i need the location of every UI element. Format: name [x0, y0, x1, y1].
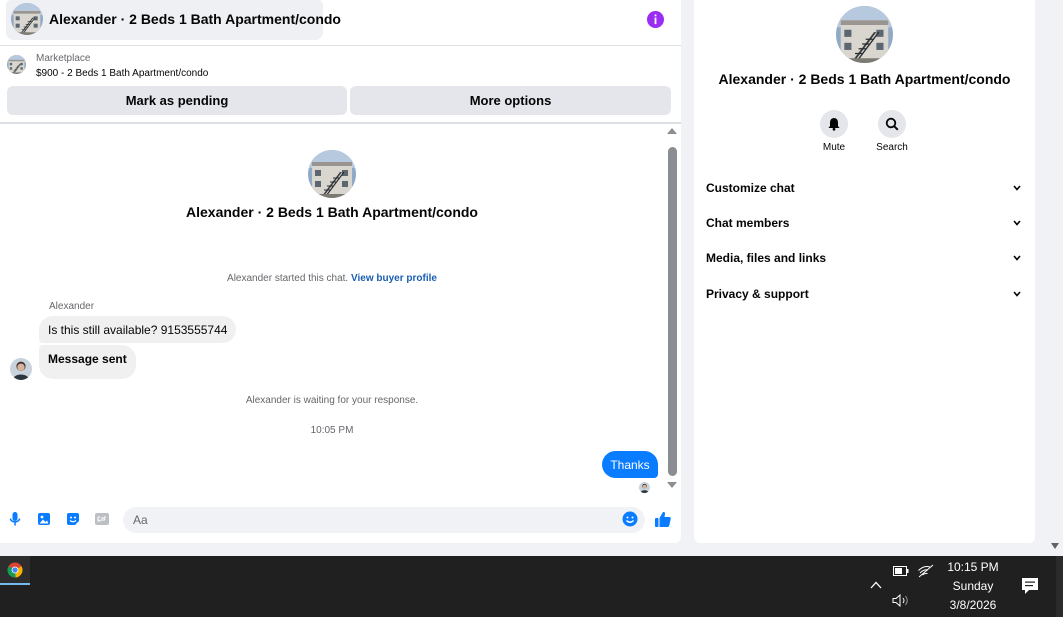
- mark-as-pending-button[interactable]: Mark as pending: [7, 86, 347, 115]
- info-panel-avatar: [836, 6, 893, 63]
- waiting-notice: Alexander is waiting for your response.: [245, 395, 419, 406]
- section-label: Chat members: [706, 216, 790, 230]
- listing-price-title[interactable]: $900 - 2 Beds 1 Bath Apartment/condo: [36, 68, 208, 79]
- marketplace-label: Marketplace: [36, 53, 91, 64]
- chevron-down-icon: [1012, 183, 1022, 193]
- conversation-header-button[interactable]: Alexander · 2 Beds 1 Bath Apartment/cond…: [6, 0, 341, 40]
- message-composer: [0, 503, 681, 537]
- show-desktop-button[interactable]: [1056, 556, 1063, 617]
- info-icon[interactable]: [647, 11, 664, 28]
- message-timestamp: 10:05 PM: [310, 425, 354, 436]
- page-scroll-down-arrow-icon[interactable]: [1051, 543, 1059, 549]
- sender-avatar[interactable]: [10, 358, 32, 380]
- search-button[interactable]: Search: [872, 110, 912, 153]
- chrome-icon: [7, 562, 23, 578]
- conversation-title: Alexander · 2 Beds 1 Bath Apartment/cond…: [186, 204, 478, 220]
- sticker-icon[interactable]: [65, 511, 81, 527]
- chat-members-section[interactable]: Chat members: [706, 212, 1022, 234]
- battery-icon[interactable]: [892, 565, 910, 577]
- outgoing-message-bubble[interactable]: Thanks: [602, 451, 658, 478]
- scroll-down-arrow-icon[interactable]: [667, 482, 677, 488]
- privacy-support-section[interactable]: Privacy & support: [706, 283, 1022, 305]
- search-icon[interactable]: [878, 110, 906, 138]
- divider: [0, 122, 681, 124]
- scroll-up-arrow-icon[interactable]: [667, 128, 677, 134]
- mute-button[interactable]: Mute: [814, 110, 854, 153]
- more-options-button[interactable]: More options: [350, 86, 671, 115]
- section-label: Privacy & support: [706, 287, 809, 301]
- info-panel-title: Alexander · 2 Beds 1 Bath Apartment/cond…: [718, 71, 1011, 87]
- incoming-message-bubble[interactable]: Is this still available? 9153555744: [39, 316, 237, 343]
- message-scrollbar-thumb[interactable]: [668, 147, 677, 476]
- notification-icon[interactable]: [1020, 577, 1040, 595]
- thumbs-up-icon[interactable]: [654, 510, 672, 528]
- photo-icon[interactable]: [36, 511, 52, 527]
- clock-day: Sunday: [952, 579, 994, 593]
- sender-name: Alexander: [49, 301, 95, 312]
- chat-info-panel: Alexander · 2 Beds 1 Bath Apartment/cond…: [694, 0, 1035, 543]
- chevron-up-icon[interactable]: [869, 579, 883, 591]
- incoming-message-bubble[interactable]: Message sent: [39, 345, 136, 379]
- chevron-down-icon: [1012, 289, 1022, 299]
- section-label: Media, files and links: [706, 251, 827, 265]
- seen-indicator-avatar: [639, 482, 650, 493]
- chevron-down-icon: [1012, 218, 1022, 228]
- microphone-icon[interactable]: [7, 511, 23, 527]
- media-files-links-section[interactable]: Media, files and links: [706, 247, 1022, 269]
- bell-icon[interactable]: [820, 110, 848, 138]
- message-input[interactable]: [123, 507, 645, 533]
- search-label: Search: [876, 142, 908, 153]
- conversation-header-title: Alexander · 2 Beds 1 Bath Apartment/cond…: [49, 11, 341, 27]
- chat-started-text: Alexander started this chat.: [227, 273, 349, 284]
- clock-date: 3/8/2026: [949, 598, 997, 612]
- gif-icon[interactable]: [94, 511, 110, 527]
- clock-time: 10:15 PM: [947, 560, 999, 574]
- conversation-avatar: [308, 150, 356, 198]
- volume-icon[interactable]: [891, 593, 911, 607]
- emoji-icon[interactable]: [622, 511, 638, 527]
- chat-panel: Alexander · 2 Beds 1 Bath Apartment/cond…: [0, 0, 681, 543]
- system-clock[interactable]: 10:15 PM Sunday 3/8/2026: [940, 558, 1006, 615]
- chevron-down-icon: [1012, 253, 1022, 263]
- chat-started-notice: Alexander started this chat. View buyer …: [0, 273, 664, 284]
- mute-label: Mute: [822, 142, 846, 153]
- listing-thumbnail[interactable]: [7, 55, 26, 74]
- customize-chat-section[interactable]: Customize chat: [706, 177, 1022, 199]
- chat-header: Alexander · 2 Beds 1 Bath Apartment/cond…: [0, 0, 681, 46]
- taskbar: 10:15 PM Sunday 3/8/2026: [0, 556, 1063, 617]
- section-label: Customize chat: [706, 181, 795, 195]
- chrome-taskbar-button[interactable]: [0, 556, 30, 585]
- listing-avatar: [11, 3, 43, 35]
- wifi-icon[interactable]: [918, 564, 934, 578]
- view-buyer-profile-link[interactable]: View buyer profile: [351, 273, 437, 284]
